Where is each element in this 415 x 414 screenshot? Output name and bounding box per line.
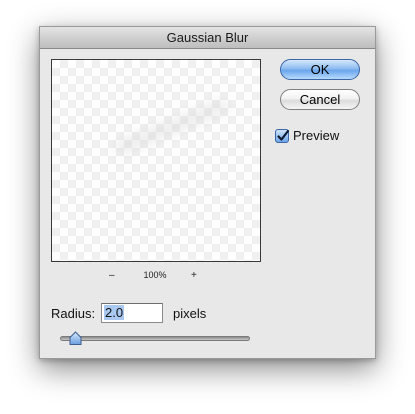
zoom-in-button[interactable]: + — [191, 270, 197, 281]
checkmark-icon — [277, 129, 290, 141]
radius-input[interactable]: 2.0 — [101, 303, 163, 323]
slider-thumb-icon[interactable] — [68, 331, 83, 346]
zoom-level: 100% — [143, 270, 167, 280]
preview-label: Preview — [293, 128, 340, 143]
ok-button[interactable]: OK — [280, 59, 360, 80]
gaussian-blur-dialog: Gaussian Blur – 100% + OK Cancel Preview… — [39, 26, 376, 359]
preview-area[interactable] — [51, 59, 261, 262]
radius-value: 2.0 — [104, 305, 125, 320]
radius-unit-label: pixels — [173, 306, 207, 321]
preview-checkbox[interactable] — [275, 129, 290, 143]
blurred-content — [113, 98, 231, 156]
cancel-button[interactable]: Cancel — [280, 89, 360, 110]
radius-label: Radius: — [51, 306, 96, 321]
dialog-title: Gaussian Blur — [40, 27, 375, 49]
zoom-out-button[interactable]: – — [109, 270, 115, 281]
radius-slider-track[interactable] — [60, 336, 250, 341]
zoom-controls: – 100% + — [51, 270, 261, 284]
